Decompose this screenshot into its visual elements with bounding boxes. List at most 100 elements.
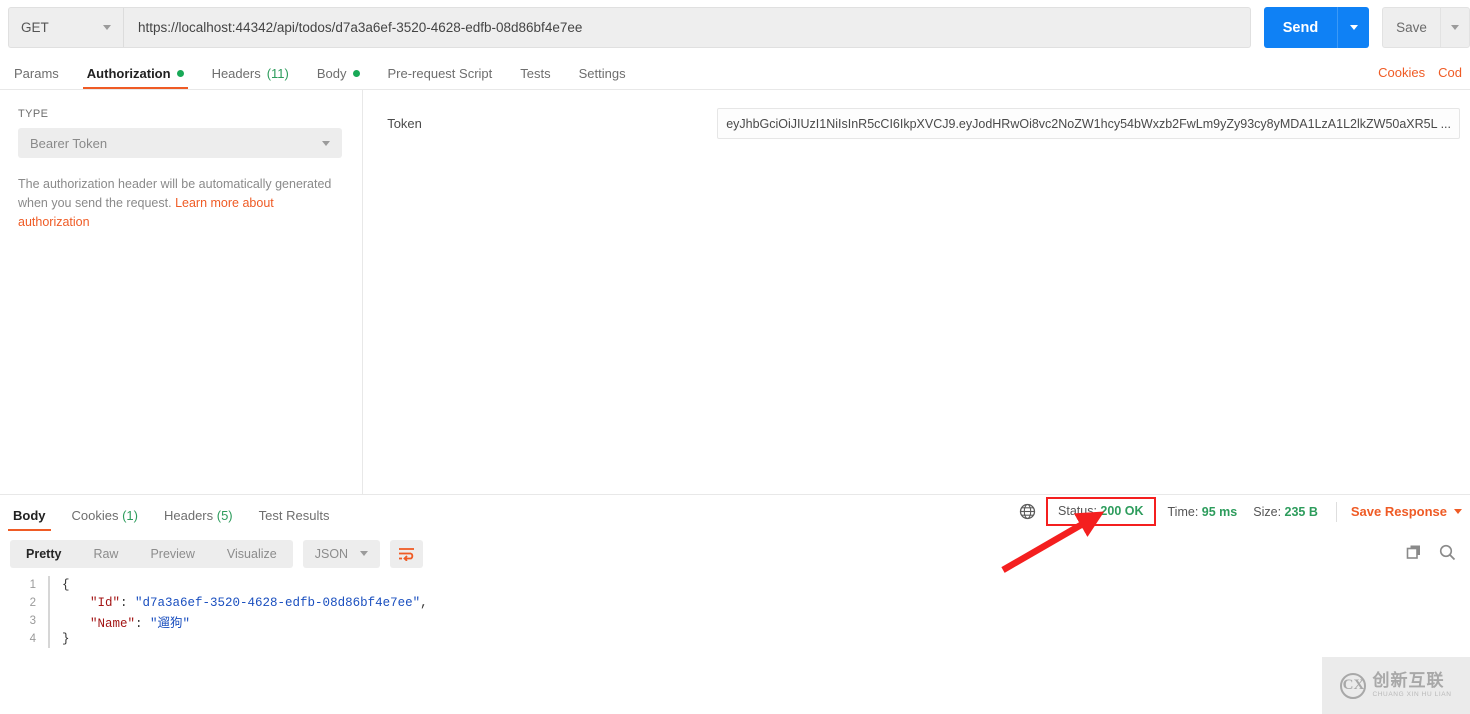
time-label: Time: bbox=[1167, 504, 1199, 519]
code-line: 1 { bbox=[10, 576, 1470, 594]
tab-label: Pre-request Script bbox=[387, 66, 493, 81]
word-wrap-button[interactable] bbox=[390, 539, 424, 568]
fold-guide bbox=[48, 612, 56, 630]
authorization-help-text: The authorization header will be automat… bbox=[18, 175, 342, 232]
tab-label: Params bbox=[14, 66, 59, 81]
save-response-button[interactable]: Save Response bbox=[1351, 504, 1462, 519]
save-button[interactable]: Save bbox=[1382, 7, 1440, 48]
chevron-down-icon bbox=[1349, 25, 1358, 30]
tab-authorization[interactable]: Authorization bbox=[73, 67, 198, 89]
save-response-label: Save Response bbox=[1350, 504, 1447, 519]
json-punct: : bbox=[135, 616, 151, 631]
response-header: Body Cookies (1) Headers (5) Test Result… bbox=[0, 495, 1470, 531]
response-viewer-toolbar: Pretty Raw Preview Visualize JSON bbox=[0, 531, 1470, 576]
watermark-en: CHUANG XIN HU LIAN bbox=[1372, 691, 1452, 699]
tab-params[interactable]: Params bbox=[0, 67, 73, 89]
fold-guide bbox=[48, 630, 56, 648]
globe-icon[interactable] bbox=[1019, 503, 1036, 520]
meta-divider bbox=[1335, 501, 1337, 522]
authorization-type-pane: TYPE Bearer Token The authorization head… bbox=[0, 90, 364, 494]
search-icon[interactable] bbox=[1439, 544, 1456, 564]
token-label: Token bbox=[387, 116, 422, 131]
http-method-select[interactable]: GET bbox=[8, 7, 124, 48]
time-value: 95 ms bbox=[1201, 504, 1238, 519]
size-label: Size: bbox=[1253, 504, 1282, 519]
tab-count: (5) bbox=[216, 508, 233, 523]
auth-type-select[interactable]: Bearer Token bbox=[18, 128, 343, 158]
watermark-cn: 创新互联 bbox=[1372, 671, 1445, 691]
save-options-button[interactable] bbox=[1440, 7, 1470, 48]
status-badge: Status: 200 OK bbox=[1046, 497, 1156, 526]
size-value: 235 B bbox=[1284, 504, 1318, 519]
watermark-logo: CX 创新互联 CHUANG XIN HU LIAN bbox=[1322, 657, 1470, 714]
code-link[interactable]: Cod bbox=[1438, 65, 1462, 80]
status-label: Status: bbox=[1058, 504, 1097, 518]
watermark-mark-icon: CX bbox=[1340, 672, 1367, 699]
line-number: 3 bbox=[29, 615, 36, 627]
viewer-mode-controls: Pretty Raw Preview Visualize JSON bbox=[10, 539, 424, 568]
tab-label: Tests bbox=[520, 66, 551, 81]
send-button-group: Send bbox=[1264, 7, 1369, 48]
code-content: "Id": "d7a3a6ef-3520-4628-edfb-08d86bf4e… bbox=[62, 596, 428, 610]
send-button[interactable]: Send bbox=[1264, 7, 1337, 48]
format-value: JSON bbox=[314, 546, 349, 561]
viewer-actions bbox=[1406, 544, 1456, 564]
json-punct: , bbox=[420, 596, 428, 610]
view-mode-raw[interactable]: Raw bbox=[77, 540, 134, 568]
json-value: "d7a3a6ef-3520-4628-edfb-08d86bf4e7ee" bbox=[135, 596, 421, 610]
request-url-input[interactable]: https://localhost:44342/api/todos/d7a3a6… bbox=[124, 7, 1251, 48]
response-tab-body[interactable]: Body bbox=[0, 509, 59, 531]
tab-tests[interactable]: Tests bbox=[506, 67, 564, 89]
fold-guide bbox=[48, 576, 56, 594]
tab-label: Headers bbox=[163, 508, 214, 523]
line-number: 1 bbox=[29, 579, 36, 591]
authorization-token-pane: Token eyJhbGciOiJIUzI1NiIsInR5cCI6IkpXVC… bbox=[363, 90, 1470, 494]
json-punct: : bbox=[120, 596, 136, 610]
code-line: 4 } bbox=[10, 630, 1470, 648]
line-number: 4 bbox=[29, 633, 36, 645]
tab-body[interactable]: Body bbox=[303, 67, 374, 89]
copy-icon[interactable] bbox=[1406, 544, 1422, 563]
tab-headers[interactable]: Headers (11) bbox=[198, 67, 303, 89]
chevron-down-icon bbox=[1454, 509, 1462, 514]
response-tab-cookies[interactable]: Cookies (1) bbox=[59, 509, 151, 531]
token-row: Token eyJhbGciOiJIUzI1NiIsInR5cCI6IkpXVC… bbox=[387, 108, 1460, 139]
line-number: 2 bbox=[29, 597, 36, 609]
tab-label: Cookies bbox=[71, 508, 119, 523]
tab-label: Headers bbox=[211, 66, 261, 81]
save-button-group: Save bbox=[1382, 7, 1470, 48]
token-input[interactable]: eyJhbGciOiJIUzI1NiIsInR5cCI6IkpXVCJ9.eyJ… bbox=[717, 108, 1460, 139]
tab-pre-request-script[interactable]: Pre-request Script bbox=[374, 67, 507, 89]
json-key: "Name" bbox=[90, 616, 136, 631]
response-tab-test-results[interactable]: Test Results bbox=[246, 509, 343, 531]
authorization-panel: TYPE Bearer Token The authorization head… bbox=[0, 90, 1470, 494]
json-key: "Id" bbox=[90, 596, 121, 610]
status-dot-icon bbox=[352, 70, 360, 77]
tab-label: Body bbox=[13, 508, 46, 523]
response-body-code[interactable]: 1 { 2 "Id": "d7a3a6ef-3520-4628-edfb-08d… bbox=[0, 576, 1470, 648]
tab-count: (11) bbox=[266, 66, 289, 81]
tab-settings[interactable]: Settings bbox=[565, 67, 640, 89]
response-format-select[interactable]: JSON bbox=[302, 539, 381, 568]
chevron-down-icon bbox=[360, 551, 369, 556]
tab-label: Authorization bbox=[86, 66, 171, 81]
view-mode-segmented: Pretty Raw Preview Visualize bbox=[10, 539, 293, 568]
code-content: "Name": "遛狗" bbox=[62, 612, 190, 631]
chevron-down-icon bbox=[322, 140, 331, 146]
cookies-link[interactable]: Cookies bbox=[1378, 65, 1425, 80]
json-value: "遛狗" bbox=[150, 616, 191, 631]
http-method-label: GET bbox=[21, 20, 49, 35]
view-mode-visualize[interactable]: Visualize bbox=[211, 540, 293, 568]
code-content: } bbox=[62, 632, 70, 646]
request-utility-links: Cookies Cod bbox=[1378, 65, 1462, 89]
response-tab-headers[interactable]: Headers (5) bbox=[151, 509, 246, 531]
send-options-button[interactable] bbox=[1337, 7, 1369, 48]
chevron-down-icon bbox=[103, 25, 111, 30]
fold-guide bbox=[48, 594, 56, 612]
response-tabs: Body Cookies (1) Headers (5) Test Result… bbox=[0, 495, 342, 531]
view-mode-preview[interactable]: Preview bbox=[134, 540, 210, 568]
view-mode-pretty[interactable]: Pretty bbox=[10, 540, 77, 568]
postman-window: GET https://localhost:44342/api/todos/d7… bbox=[0, 0, 1470, 714]
size-metric: Size: 235 B bbox=[1253, 505, 1318, 519]
status-value: 200 OK bbox=[1100, 504, 1144, 518]
